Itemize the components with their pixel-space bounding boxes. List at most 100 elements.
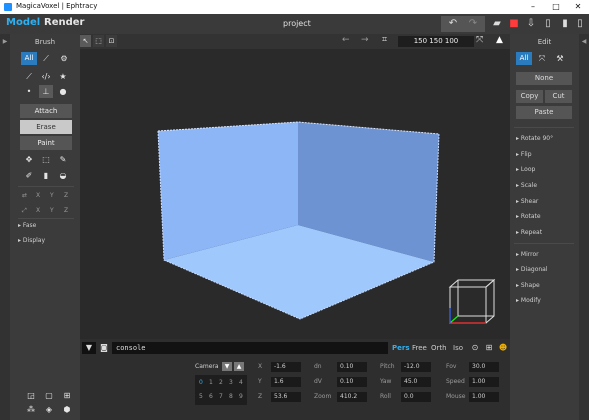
- camera-pers[interactable]: Pers: [392, 344, 410, 352]
- roll-field[interactable]: 0.0: [401, 392, 431, 402]
- edit-modify[interactable]: ▸ Modify: [516, 297, 541, 304]
- edit-repeat[interactable]: ▸ Repeat: [516, 229, 542, 236]
- edit-mirror[interactable]: ▸ Mirror: [516, 251, 539, 258]
- section-display[interactable]: ▸ Display: [18, 237, 45, 244]
- brush-pen-icon[interactable]: ⟋: [39, 52, 53, 65]
- right-collapse-edge[interactable]: ◀: [579, 34, 589, 420]
- edit-tool-icon[interactable]: ⚒: [553, 52, 567, 65]
- camera-slot-6[interactable]: 6: [209, 393, 213, 400]
- screenshot-icon[interactable]: ◙: [97, 342, 111, 354]
- viewport-3d[interactable]: [80, 49, 510, 339]
- star-tool-icon[interactable]: ★: [56, 70, 70, 83]
- code-tool-icon[interactable]: ‹/›: [39, 70, 53, 83]
- console-input[interactable]: console: [112, 342, 388, 354]
- edit-loop[interactable]: ▸ Loop: [516, 166, 535, 173]
- edit-shear[interactable]: ▸ Shear: [516, 198, 538, 205]
- grid-icon[interactable]: ⊞: [60, 389, 74, 402]
- edit-diagonal[interactable]: ▸ Diagonal: [516, 266, 548, 273]
- box-icon[interactable]: ⬢: [60, 403, 74, 416]
- camera-slot-4[interactable]: 4: [239, 379, 243, 386]
- pitch-field[interactable]: -12.0: [401, 362, 431, 372]
- layout-icon[interactable]: ◲: [24, 389, 38, 402]
- axis-y-toggle-2[interactable]: Y: [50, 207, 54, 214]
- size-field[interactable]: 150 150 100: [398, 36, 474, 47]
- camera-slot-8[interactable]: 8: [229, 393, 233, 400]
- magic-wand-icon[interactable]: ✎: [56, 153, 70, 166]
- camera-slot-3[interactable]: 3: [229, 379, 233, 386]
- edit-flip[interactable]: ▸ Flip: [516, 151, 532, 158]
- paste-button[interactable]: Paste: [516, 106, 572, 119]
- left-collapse-edge[interactable]: ▶: [0, 34, 10, 420]
- axis-z-toggle[interactable]: Z: [64, 192, 68, 199]
- cut-button[interactable]: Cut: [545, 90, 572, 103]
- cube-icon[interactable]: ◈: [42, 403, 56, 416]
- y-field[interactable]: 1.6: [271, 377, 301, 387]
- camera-slot-5[interactable]: 5: [199, 393, 203, 400]
- frame-select-icon[interactable]: ⬚: [93, 35, 104, 47]
- mode-model[interactable]: Model: [6, 17, 40, 28]
- scene-objects-icon[interactable]: ⁂: [24, 403, 38, 416]
- frame-icon[interactable]: ▢: [42, 389, 56, 402]
- point-tool-icon[interactable]: •: [22, 85, 36, 98]
- redo-icon[interactable]: ↷: [463, 16, 483, 32]
- z-field[interactable]: 53.6: [271, 392, 301, 402]
- sphere-tool-icon[interactable]: ●: [56, 85, 70, 98]
- zoom-field[interactable]: 410.2: [337, 392, 367, 402]
- up-arrow-icon[interactable]: ▲: [496, 35, 503, 45]
- mode-render[interactable]: Render: [44, 17, 84, 28]
- edit-rotate90[interactable]: ▸ Rotate 90°: [516, 135, 553, 142]
- copy-button[interactable]: Copy: [516, 90, 543, 103]
- fov-field[interactable]: 30.0: [469, 362, 499, 372]
- edit-rotate[interactable]: ▸ Rotate: [516, 213, 541, 220]
- arrow-left-icon[interactable]: ←: [342, 35, 350, 45]
- camera-slot-9[interactable]: 9: [239, 393, 243, 400]
- record-icon[interactable]: ⊙: [468, 342, 482, 354]
- camera-orth[interactable]: Orth: [431, 344, 447, 352]
- camera-slot-2[interactable]: 2: [219, 379, 223, 386]
- camera-iso[interactable]: Iso: [453, 344, 463, 352]
- attach-button[interactable]: Attach: [20, 104, 72, 118]
- voxel-tool-icon[interactable]: ⊥: [39, 85, 53, 98]
- mouse-field[interactable]: 1.00: [469, 392, 499, 402]
- brush-settings-icon[interactable]: ⚙: [57, 52, 71, 65]
- eyedropper-icon[interactable]: ✐: [22, 169, 36, 182]
- console-toggle-icon[interactable]: ▼: [82, 342, 96, 354]
- close-icon[interactable]: ✕: [567, 0, 589, 14]
- cursor-icon[interactable]: ↖: [80, 35, 91, 47]
- edit-shape[interactable]: ▸ Shape: [516, 282, 540, 289]
- camera-slot-1[interactable]: 1: [209, 379, 213, 386]
- dv-field[interactable]: 0.10: [337, 377, 367, 387]
- section-fase[interactable]: ▸ Fase: [18, 222, 36, 229]
- edit-transform-icon[interactable]: ⤧: [535, 52, 549, 65]
- fit-size-icon[interactable]: ⤧: [476, 35, 483, 45]
- arrow-right-icon[interactable]: →: [361, 35, 369, 45]
- axis-x-toggle[interactable]: X: [36, 192, 40, 199]
- axis-y-toggle[interactable]: Y: [50, 192, 54, 199]
- speed-field[interactable]: 1.00: [469, 377, 499, 387]
- undo-icon[interactable]: ↶: [443, 16, 463, 32]
- axis-x-toggle-2[interactable]: X: [36, 207, 40, 214]
- fit-view-icon[interactable]: ⊡: [106, 35, 117, 47]
- dn-field[interactable]: 0.10: [337, 362, 367, 372]
- axis-z-toggle-2[interactable]: Z: [64, 207, 68, 214]
- minimize-icon[interactable]: –: [522, 0, 544, 14]
- select-box-icon[interactable]: ⬚: [39, 153, 53, 166]
- camera-free[interactable]: Free: [412, 344, 427, 352]
- maximize-icon[interactable]: □: [545, 0, 567, 14]
- camera-down-icon[interactable]: ▼: [222, 362, 232, 371]
- none-button[interactable]: None: [516, 72, 572, 85]
- paint-button[interactable]: Paint: [20, 136, 72, 150]
- edit-filter-all[interactable]: All: [516, 52, 532, 65]
- x-field[interactable]: -1.6: [271, 362, 301, 372]
- move-icon[interactable]: ✥: [22, 153, 36, 166]
- crop-icon[interactable]: ⌗: [382, 35, 387, 45]
- erase-button[interactable]: Erase: [20, 120, 72, 134]
- camera-up-icon[interactable]: ▲: [234, 362, 244, 371]
- camera-slot-0[interactable]: 0: [199, 379, 203, 386]
- brush-filter-all[interactable]: All: [21, 52, 37, 65]
- trash-icon[interactable]: ▮: [39, 169, 53, 182]
- edit-scale[interactable]: ▸ Scale: [516, 182, 537, 189]
- grid-view-icon[interactable]: ⊞: [482, 342, 496, 354]
- line-tool-icon[interactable]: ⟋: [22, 70, 36, 83]
- axis-gizmo[interactable]: [448, 278, 496, 324]
